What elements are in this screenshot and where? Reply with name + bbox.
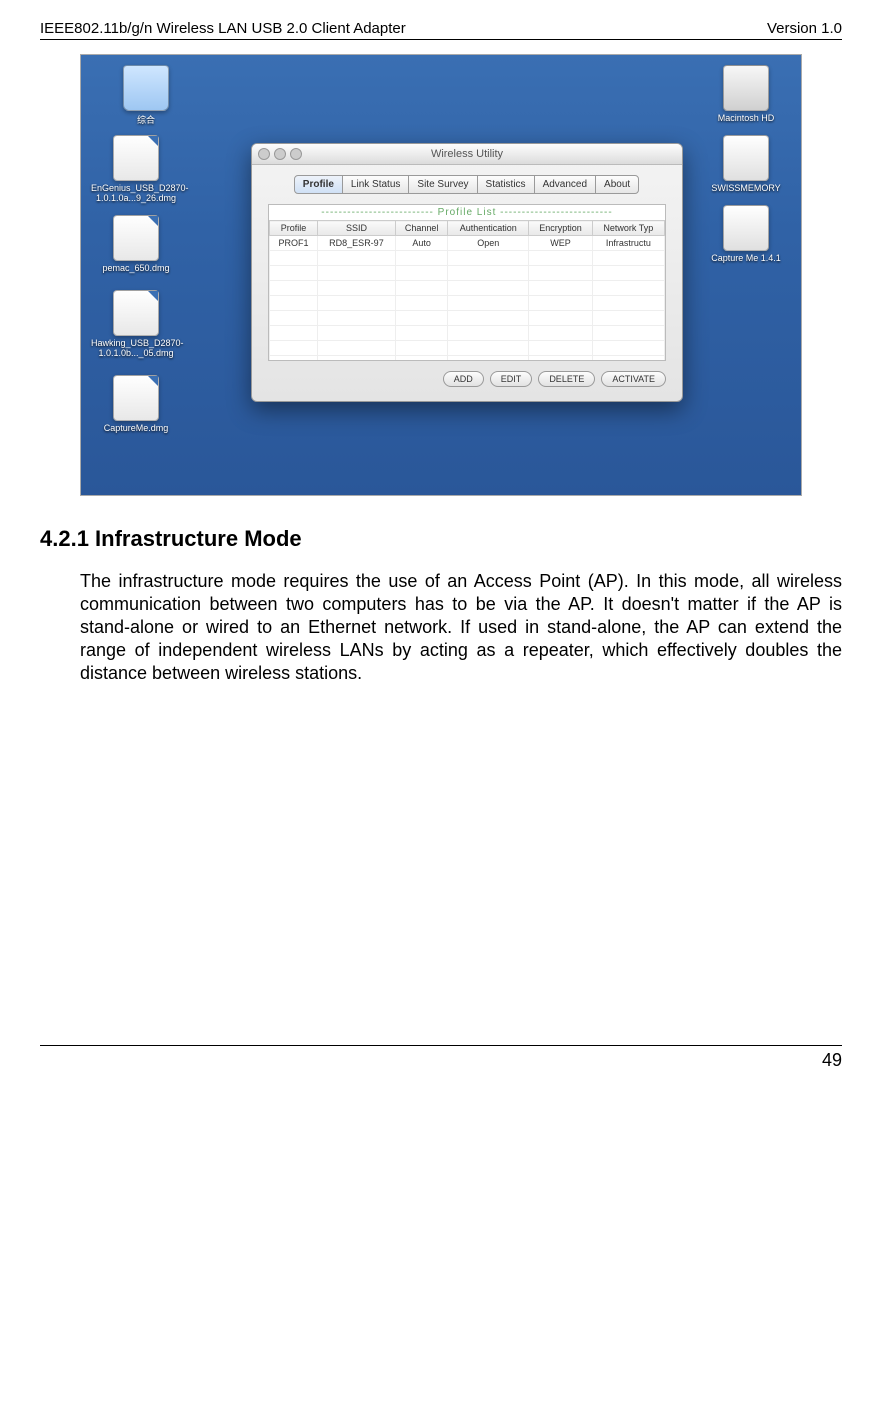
file-icon	[113, 375, 159, 421]
desktop-icon-label: SWISSMEMORY	[701, 183, 791, 193]
desktop-icon-label: Macintosh HD	[701, 113, 791, 123]
col-encryption[interactable]: Encryption	[529, 221, 592, 236]
tab-statistics[interactable]: Statistics	[477, 175, 535, 194]
table-header-row: Profile SSID Channel Authentication Encr…	[270, 221, 665, 236]
desktop-icon-label: pemac_650.dmg	[91, 263, 181, 273]
edit-button[interactable]: EDIT	[490, 371, 533, 387]
zoom-icon[interactable]	[290, 148, 302, 160]
window-titlebar[interactable]: Wireless Utility	[252, 144, 682, 165]
desktop-file[interactable]: Hawking_USB_D2870-1.0.1.0b..._05.dmg	[91, 290, 181, 358]
wireless-utility-window: Wireless Utility Profile Link Status Sit…	[251, 143, 683, 402]
desktop-drive[interactable]: Capture Me 1.4.1	[701, 205, 791, 263]
table-row[interactable]	[270, 251, 665, 266]
col-channel[interactable]: Channel	[395, 221, 447, 236]
activate-button[interactable]: ACTIVATE	[601, 371, 666, 387]
table-row[interactable]	[270, 281, 665, 296]
screenshot-figure: 综合 EnGenius_USB_D2870-1.0.1.0a...9_26.dm…	[80, 54, 802, 496]
cell-ssid: RD8_ESR-97	[317, 236, 395, 251]
table-row[interactable]	[270, 311, 665, 326]
desktop-drive[interactable]: Macintosh HD	[701, 65, 791, 123]
tab-site-survey[interactable]: Site Survey	[408, 175, 477, 194]
doc-header-right: Version 1.0	[767, 20, 842, 37]
desktop-icon-label: 综合	[101, 113, 191, 126]
tab-bar: Profile Link Status Site Survey Statisti…	[252, 165, 682, 200]
delete-button[interactable]: DELETE	[538, 371, 595, 387]
col-auth[interactable]: Authentication	[448, 221, 529, 236]
window-title: Wireless Utility	[431, 148, 503, 160]
close-icon[interactable]	[258, 148, 270, 160]
macos-desktop: 综合 EnGenius_USB_D2870-1.0.1.0a...9_26.dm…	[81, 55, 801, 495]
section-heading: 4.2.1 Infrastructure Mode	[40, 526, 842, 552]
table-row[interactable]	[270, 341, 665, 356]
file-icon	[113, 290, 159, 336]
usbdrive-icon	[723, 135, 769, 181]
tab-profile[interactable]: Profile	[294, 175, 343, 194]
profile-list-title: -------------------------- Profile List …	[269, 205, 665, 220]
desktop-drive[interactable]: SWISSMEMORY	[701, 135, 791, 193]
add-button[interactable]: ADD	[443, 371, 484, 387]
col-ssid[interactable]: SSID	[317, 221, 395, 236]
cell-enc: WEP	[529, 236, 592, 251]
tab-advanced[interactable]: Advanced	[534, 175, 596, 194]
table-row[interactable]	[270, 296, 665, 311]
doc-header-left: IEEE802.11b/g/n Wireless LAN USB 2.0 Cli…	[40, 20, 406, 37]
desktop-folder[interactable]: 综合	[101, 65, 191, 126]
volume-icon	[723, 205, 769, 251]
page-number: 49	[822, 1050, 842, 1070]
desktop-file[interactable]: EnGenius_USB_D2870-1.0.1.0a...9_26.dmg	[91, 135, 181, 203]
tab-about[interactable]: About	[595, 175, 639, 194]
tab-link-status[interactable]: Link Status	[342, 175, 409, 194]
harddrive-icon	[723, 65, 769, 111]
desktop-icon-label: Capture Me 1.4.1	[701, 253, 791, 263]
file-icon	[113, 215, 159, 261]
table-row[interactable]	[270, 356, 665, 361]
page-footer: 49	[40, 1045, 842, 1071]
desktop-icon-label: EnGenius_USB_D2870-1.0.1.0a...9_26.dmg	[91, 183, 181, 203]
col-network-type[interactable]: Network Typ	[592, 221, 664, 236]
desktop-file[interactable]: CaptureMe.dmg	[91, 375, 181, 433]
desktop-icon-label: Hawking_USB_D2870-1.0.1.0b..._05.dmg	[91, 338, 181, 358]
desktop-file[interactable]: pemac_650.dmg	[91, 215, 181, 273]
file-icon	[113, 135, 159, 181]
table-row[interactable]: PROF1 RD8_ESR-97 Auto Open WEP Infrastru…	[270, 236, 665, 251]
col-profile[interactable]: Profile	[270, 221, 318, 236]
profile-table: Profile SSID Channel Authentication Encr…	[269, 220, 665, 360]
cell-auth: Open	[448, 236, 529, 251]
minimize-icon[interactable]	[274, 148, 286, 160]
table-row[interactable]	[270, 266, 665, 281]
table-row[interactable]	[270, 326, 665, 341]
traffic-lights[interactable]	[258, 148, 302, 160]
profile-list-panel: -------------------------- Profile List …	[268, 204, 666, 361]
desktop-icon-label: CaptureMe.dmg	[91, 423, 181, 433]
cell-net: Infrastructu	[592, 236, 664, 251]
folder-icon	[123, 65, 169, 111]
cell-channel: Auto	[395, 236, 447, 251]
section-body: The infrastructure mode requires the use…	[80, 570, 842, 685]
button-bar: ADD EDIT DELETE ACTIVATE	[252, 371, 682, 401]
cell-profile: PROF1	[270, 236, 318, 251]
